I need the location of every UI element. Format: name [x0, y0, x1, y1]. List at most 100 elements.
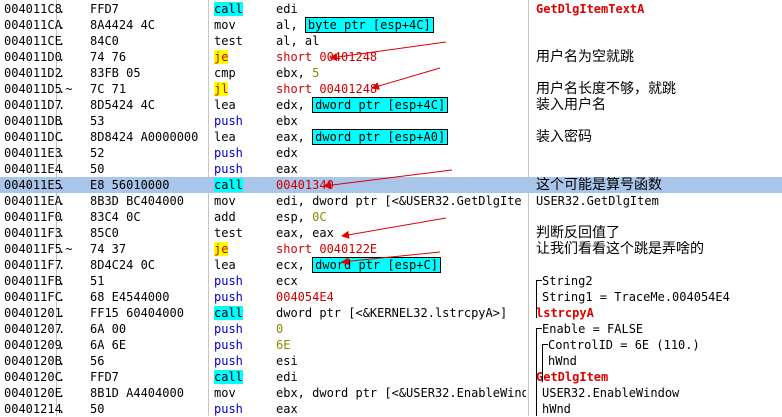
disasm-row[interactable]: 004011F7. 8D4C24 0C lea ecx, dword ptr [esp…	[0, 257, 782, 273]
branch-marker: .	[58, 226, 66, 240]
operand-text: ebx, dword ptr [<&USER32.EnableWind	[276, 386, 526, 400]
mnemonic-text: cmp	[214, 66, 236, 80]
opcode-bytes: 83C4 0C	[90, 210, 141, 224]
mnemonic: je	[213, 241, 272, 257]
disasm-row[interactable]: 004011EA. 8B3D BC404000 mov edi, dword ptr …	[0, 193, 782, 209]
operand-text: short 00401248	[276, 50, 378, 64]
opcode-bytes: FFD7	[90, 370, 119, 384]
mnemonic-text: je	[214, 50, 229, 64]
mnemonic: push	[213, 321, 272, 337]
disasm-row[interactable]: 004011DB. 53 push ebx	[0, 113, 782, 129]
disasm-row[interactable]: 004011DC. 8D8424 A0000000 lea eax, dword pt…	[0, 129, 782, 145]
disasm-row[interactable]: 004011E3. 52 push edx	[0, 145, 782, 161]
comment: 用户名为空就跳	[536, 49, 634, 65]
branch-marker: .	[58, 18, 66, 32]
opcode-bytes: 52	[90, 146, 105, 160]
operands: edi	[276, 1, 526, 17]
operands: eax	[276, 161, 526, 177]
disasm-row[interactable]: 004011C8. FFD7 call edi GetDlgItemTextA	[0, 1, 782, 17]
mnemonic-text: test	[214, 34, 243, 48]
branch-marker: .	[58, 258, 66, 272]
disassembly-view[interactable]: 004011C8. FFD7 call edi GetDlgItemTextA 00401…	[0, 0, 782, 416]
disasm-row[interactable]: 004011FC. 68 E4544000 push 004054E4 String1 …	[0, 289, 782, 305]
comment: GetDlgItemTextA	[536, 2, 645, 16]
operand-text: 004054E4	[276, 290, 334, 304]
branch-marker: .	[58, 146, 66, 160]
operands: 0	[276, 321, 526, 337]
operands: eax, dword ptr [esp+A0]	[276, 129, 526, 145]
branch-marker: .	[58, 274, 66, 288]
mnemonic: call	[213, 1, 272, 17]
mnemonic: test	[213, 33, 272, 49]
disasm-row[interactable]: 004011E5. E8 56010000 call 00401340 这个可能是算号函…	[0, 177, 782, 193]
operand-text: edi	[276, 370, 298, 384]
operands: short 00401248	[276, 81, 526, 97]
operand-memory: dword ptr [esp+C]	[312, 257, 441, 273]
branch-marker: .	[58, 194, 66, 208]
branch-marker: .	[58, 162, 66, 176]
mnemonic-text: push	[214, 114, 243, 128]
comment: 装入密码	[536, 129, 592, 145]
mnemonic-text: call	[214, 2, 243, 16]
operands: al, al	[276, 33, 526, 49]
opcode-bytes: 8A4424 4C	[90, 18, 156, 32]
operand-immediate: 0	[276, 322, 284, 336]
opcode-bytes: 6A 6E	[90, 338, 127, 352]
branch-marker: .	[58, 66, 66, 80]
opcode-bytes: 74 37	[90, 242, 127, 256]
opcode-bytes: 8B1D A4404000	[90, 386, 184, 400]
argument-bracket	[536, 280, 537, 318]
operand-register: edx,	[276, 98, 313, 112]
disasm-row[interactable]: 004011F0. 83C4 0C add esp, 0C	[0, 209, 782, 225]
disasm-row[interactable]: 0040120B. 56 push esi hWnd	[0, 353, 782, 369]
opcode-bytes: 6A 00	[90, 322, 127, 336]
disasm-row[interactable]: 0040120C. FFD7 call edi GetDlgItem	[0, 369, 782, 385]
mnemonic-text: jl	[214, 82, 229, 96]
opcode-bytes: 68 E4544000	[90, 290, 170, 304]
disasm-row[interactable]: 00401214. 50 push eax hWnd	[0, 401, 782, 417]
disasm-row[interactable]: 004011F5 .~ 74 37 je short 0040122E 让我们看看这个跳是…	[0, 241, 782, 257]
disasm-row[interactable]: 00401201. FF15 60404000 call dword ptr [<&K…	[0, 305, 782, 321]
disasm-row[interactable]: 004011D5 .~ 7C 71 jl short 00401248 用户名长度不够，就…	[0, 81, 782, 97]
opcode-bytes: 74 76	[90, 50, 127, 64]
opcode-bytes: FFD7	[90, 2, 119, 16]
argument-bracket-top	[536, 280, 542, 281]
operands: al, byte ptr [esp+4C]	[276, 17, 526, 33]
mnemonic: push	[213, 113, 272, 129]
argument-bracket-top	[536, 328, 542, 329]
operand-register: ebx,	[276, 66, 313, 80]
disasm-row[interactable]: 00401209. 6A 6E push 6E ControlID = 6E (110.…	[0, 337, 782, 353]
disasm-row[interactable]: 004011D0. 74 76 je short 00401248 用户名为空就跳	[0, 49, 782, 65]
branch-marker: .	[58, 402, 66, 416]
branch-marker: .	[58, 130, 66, 144]
mnemonic: mov	[213, 193, 272, 209]
mnemonic-text: lea	[214, 258, 236, 272]
comment: 装入用户名	[536, 97, 606, 113]
disasm-row[interactable]: 004011FB. 51 push ecx String2	[0, 273, 782, 289]
disasm-row[interactable]: 0040120E. 8B1D A4404000 mov ebx, dword ptr …	[0, 385, 782, 401]
comment: 这个可能是算号函数	[536, 177, 662, 193]
operands: ebx	[276, 113, 526, 129]
disasm-row[interactable]: 004011D7. 8D5424 4C lea edx, dword ptr [esp…	[0, 97, 782, 113]
branch-marker: .	[58, 322, 66, 336]
disasm-row[interactable]: 004011D2. 83FB 05 cmp ebx, 5	[0, 65, 782, 81]
mnemonic-text: call	[214, 370, 243, 384]
mnemonic-text: lea	[214, 98, 236, 112]
operand-text: esi	[276, 354, 298, 368]
operands: ecx, dword ptr [esp+C]	[276, 257, 526, 273]
operands: 00401340	[276, 177, 526, 193]
operands: eax	[276, 401, 526, 417]
operand-memory: byte ptr [esp+4C]	[304, 17, 434, 33]
disasm-row[interactable]: 004011F3. 85C0 test eax, eax 判断反回值了	[0, 225, 782, 241]
operands: ecx	[276, 273, 526, 289]
operands: ebx, 5	[276, 65, 526, 81]
branch-marker: .	[58, 210, 66, 224]
mnemonic: mov	[213, 17, 272, 33]
disasm-row[interactable]: 00401207. 6A 00 push 0 Enable = FALSE	[0, 321, 782, 337]
operand-text: ecx	[276, 274, 298, 288]
disasm-row[interactable]: 004011E4. 50 push eax	[0, 161, 782, 177]
disasm-row[interactable]: 004011CE. 84C0 test al, al	[0, 33, 782, 49]
disasm-row[interactable]: 004011CA. 8A4424 4C mov al, byte ptr [esp+4…	[0, 17, 782, 33]
operand-text: eax, eax	[276, 226, 334, 240]
mnemonic-text: mov	[214, 194, 236, 208]
